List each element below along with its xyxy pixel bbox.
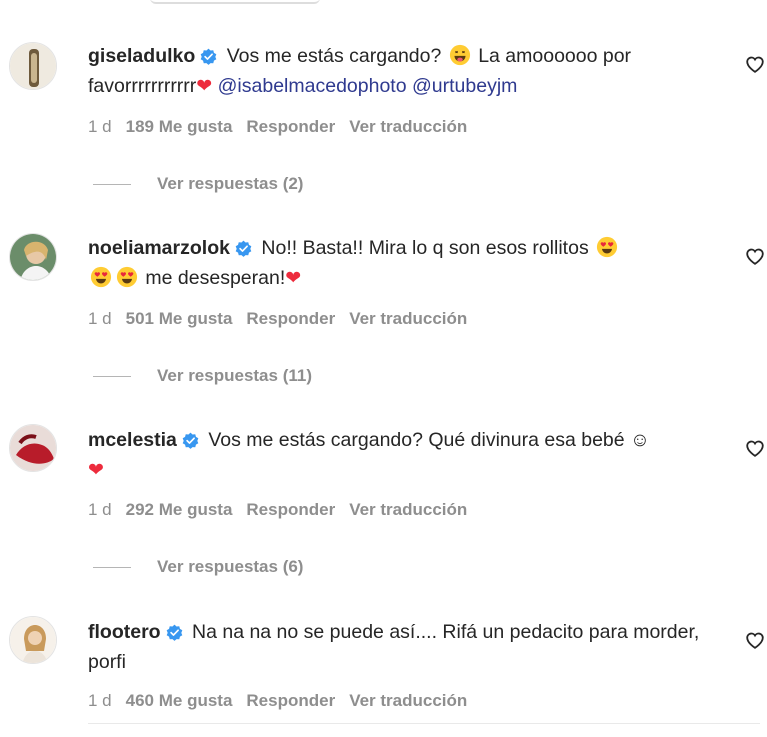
replies-divider bbox=[93, 376, 131, 378]
view-replies-button[interactable]: Ver respuestas (6) bbox=[93, 557, 303, 577]
likes-count[interactable]: 460 Me gusta bbox=[126, 691, 233, 710]
comment-meta: 1 d 460 Me gusta Responder Ver traducción bbox=[88, 691, 481, 711]
comment-body: giseladulko Vos me estás cargando? La am… bbox=[88, 41, 700, 102]
heart-outline-icon[interactable] bbox=[744, 245, 766, 267]
view-replies-label[interactable]: Ver respuestas (11) bbox=[157, 366, 312, 385]
comment-text: Vos me estás cargando? bbox=[226, 45, 442, 67]
heart-eyes-emoji bbox=[90, 266, 112, 288]
replies-divider bbox=[93, 184, 131, 186]
avatar[interactable] bbox=[9, 616, 57, 664]
avatar[interactable] bbox=[9, 424, 57, 472]
heart-eyes-emoji bbox=[116, 266, 138, 288]
view-replies-label[interactable]: Ver respuestas (2) bbox=[157, 174, 303, 193]
divider bbox=[88, 723, 760, 724]
view-replies-button[interactable]: Ver respuestas (11) bbox=[93, 366, 312, 386]
comment-text: me desesperan! bbox=[145, 267, 286, 289]
translate-button[interactable]: Ver traducción bbox=[349, 117, 467, 136]
avatar[interactable] bbox=[9, 233, 57, 281]
likes-count[interactable]: 501 Me gusta bbox=[126, 309, 233, 328]
avatar[interactable] bbox=[9, 42, 57, 90]
reply-button[interactable]: Responder bbox=[246, 309, 335, 328]
heart-outline-icon[interactable] bbox=[744, 53, 766, 75]
heart-outline-icon[interactable] bbox=[744, 437, 766, 459]
view-replies-label[interactable]: Ver respuestas (6) bbox=[157, 557, 303, 576]
heart-eyes-emoji bbox=[596, 236, 618, 258]
reply-button[interactable]: Responder bbox=[246, 500, 335, 519]
verified-badge-icon bbox=[166, 624, 183, 641]
comment-text: No!! Basta!! Mira lo q son esos rollitos bbox=[261, 237, 589, 259]
username[interactable]: flootero bbox=[88, 621, 161, 643]
timestamp: 1 d bbox=[88, 500, 112, 519]
mention-link[interactable]: @isabelmacedophoto bbox=[218, 75, 407, 97]
smiling-face-icon: ☺ bbox=[630, 429, 650, 451]
timestamp: 1 d bbox=[88, 309, 112, 328]
translate-button[interactable]: Ver traducción bbox=[349, 309, 467, 328]
timestamp: 1 d bbox=[88, 691, 112, 710]
likes-count[interactable]: 292 Me gusta bbox=[126, 500, 233, 519]
translate-button[interactable]: Ver traducción bbox=[349, 500, 467, 519]
previous-content-edge bbox=[150, 0, 320, 4]
translate-button[interactable]: Ver traducción bbox=[349, 691, 467, 710]
red-heart-emoji: ❤ bbox=[285, 268, 302, 289]
comment-text: Vos me estás cargando? Qué divinura esa … bbox=[208, 429, 625, 451]
comment-body: noeliamarzolok No!! Basta!! Mira lo q so… bbox=[88, 233, 700, 294]
reply-button[interactable]: Responder bbox=[246, 117, 335, 136]
view-replies-button[interactable]: Ver respuestas (2) bbox=[93, 174, 303, 194]
timestamp: 1 d bbox=[88, 117, 112, 136]
red-heart-emoji: ❤ bbox=[88, 460, 104, 481]
grinning-tongue-emoji bbox=[449, 44, 471, 66]
verified-badge-icon bbox=[200, 48, 217, 65]
mention-link[interactable]: @urtubeyjm bbox=[412, 75, 517, 97]
reply-button[interactable]: Responder bbox=[246, 691, 335, 710]
heart-outline-icon[interactable] bbox=[744, 629, 766, 651]
comment-meta: 1 d 292 Me gusta Responder Ver traducción bbox=[88, 500, 481, 520]
comment-body: mcelestia Vos me estás cargando? Qué div… bbox=[88, 425, 700, 486]
likes-count[interactable]: 189 Me gusta bbox=[126, 117, 233, 136]
username[interactable]: noeliamarzolok bbox=[88, 237, 230, 259]
verified-badge-icon bbox=[235, 240, 252, 257]
comment-meta: 1 d 501 Me gusta Responder Ver traducción bbox=[88, 309, 481, 329]
username[interactable]: giseladulko bbox=[88, 45, 195, 67]
red-heart-emoji: ❤ bbox=[196, 76, 213, 97]
comment-meta: 1 d 189 Me gusta Responder Ver traducción bbox=[88, 117, 481, 137]
verified-badge-icon bbox=[182, 432, 199, 449]
comment-body: flootero Na na na no se puede así.... Ri… bbox=[88, 617, 700, 677]
replies-divider bbox=[93, 567, 131, 569]
username[interactable]: mcelestia bbox=[88, 429, 177, 451]
